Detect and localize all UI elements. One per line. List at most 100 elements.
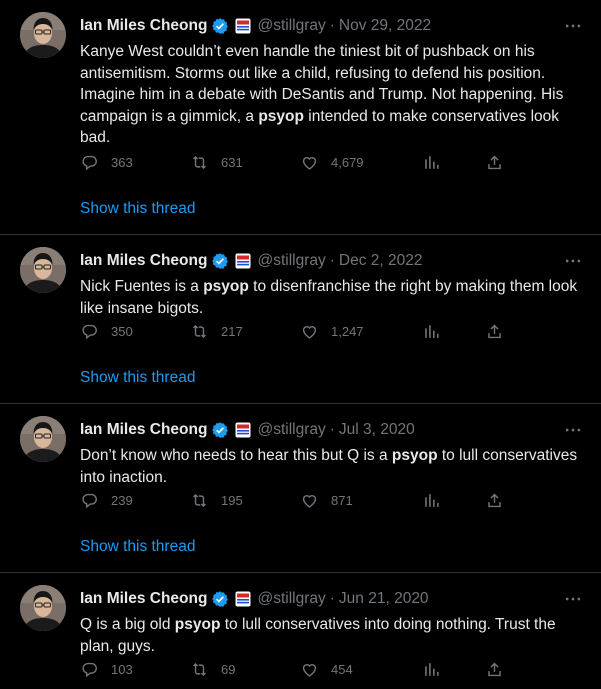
verified-badge-icon	[211, 590, 229, 608]
reply-count: 103	[111, 662, 133, 677]
tweet-text: Kanye West couldn’t even handle the tini…	[80, 41, 585, 149]
retweet-count: 631	[221, 155, 243, 170]
tweet-header: Ian Miles Cheong @stillgray · Nov 29, 20…	[80, 14, 431, 38]
tweet-actions: 350 217 1,247	[80, 322, 510, 342]
tweet[interactable]: Ian Miles Cheong @stillgray · Dec 2, 202…	[0, 235, 601, 404]
like-button[interactable]: 4,679	[300, 153, 364, 172]
avatar[interactable]	[20, 585, 66, 631]
retweet-button[interactable]: 631	[190, 153, 243, 172]
reply-count: 350	[111, 324, 133, 339]
tweet-header: Ian Miles Cheong @stillgray · Jul 3, 202…	[80, 418, 415, 442]
tweet-date[interactable]: Jul 3, 2020	[339, 421, 415, 439]
like-icon	[302, 495, 317, 508]
author-name[interactable]: Ian Miles Cheong	[80, 17, 207, 35]
share-icon	[488, 493, 501, 508]
views-button[interactable]	[422, 153, 441, 172]
tweet-text-part: Q is a big old	[80, 616, 175, 633]
share-icon	[488, 662, 501, 677]
author-handle[interactable]: @stillgray	[257, 421, 325, 439]
retweet-button[interactable]: 195	[190, 491, 243, 510]
tweet-date[interactable]: Jun 21, 2020	[339, 590, 429, 608]
more-options-icon[interactable]	[563, 420, 583, 440]
verified-badge-icon	[211, 17, 229, 35]
reply-icon	[82, 155, 97, 171]
like-button[interactable]: 1,247	[300, 322, 364, 341]
tweet-date[interactable]: Dec 2, 2022	[339, 252, 423, 270]
affiliate-badge-icon	[235, 422, 251, 438]
author-name[interactable]: Ian Miles Cheong	[80, 252, 207, 270]
share-button[interactable]	[485, 660, 504, 679]
tweet-header: Ian Miles Cheong @stillgray · Jun 21, 20…	[80, 587, 429, 611]
tweet-actions: 103 69 454	[80, 660, 510, 680]
reply-button[interactable]: 103	[80, 660, 133, 679]
author-handle[interactable]: @stillgray	[257, 590, 325, 608]
affiliate-badge-icon	[235, 253, 251, 269]
reply-button[interactable]: 239	[80, 491, 133, 510]
author-handle[interactable]: @stillgray	[257, 17, 325, 35]
views-button[interactable]	[422, 491, 441, 510]
views-icon	[425, 325, 439, 338]
reply-icon	[82, 493, 97, 509]
reply-count: 239	[111, 493, 133, 508]
share-button[interactable]	[485, 153, 504, 172]
tweet[interactable]: Ian Miles Cheong @stillgray · Jul 3, 202…	[0, 404, 601, 573]
show-thread-link[interactable]: Show this thread	[80, 369, 195, 387]
tweet-text-part: Nick Fuentes is a	[80, 278, 204, 295]
like-icon	[302, 157, 317, 170]
like-count: 454	[331, 662, 353, 677]
retweet-icon	[193, 662, 206, 677]
separator-dot: ·	[329, 17, 335, 34]
tweet-date[interactable]: Nov 29, 2022	[339, 17, 431, 35]
verified-badge-icon	[211, 421, 229, 439]
avatar[interactable]	[20, 12, 66, 58]
retweet-icon	[193, 493, 206, 508]
tweet-actions: 363 631 4,679	[80, 153, 510, 173]
more-options-icon[interactable]	[563, 16, 583, 36]
reply-button[interactable]: 363	[80, 153, 133, 172]
show-thread-link[interactable]: Show this thread	[80, 538, 195, 556]
share-icon	[488, 324, 501, 339]
more-options-icon[interactable]	[563, 251, 583, 271]
author-handle[interactable]: @stillgray	[257, 252, 325, 270]
share-button[interactable]	[485, 491, 504, 510]
tweet-text: Q is a big old psyop to lull conservativ…	[80, 614, 585, 657]
retweet-button[interactable]: 69	[190, 660, 235, 679]
like-count: 871	[331, 493, 353, 508]
retweet-icon	[193, 155, 206, 170]
author-name[interactable]: Ian Miles Cheong	[80, 421, 207, 439]
views-icon	[425, 156, 439, 169]
tweet-text-highlight: psyop	[391, 447, 438, 464]
tweet[interactable]: Ian Miles Cheong @stillgray · Jun 21, 20…	[0, 573, 601, 689]
like-icon	[302, 664, 317, 677]
share-button[interactable]	[485, 322, 504, 341]
reply-count: 363	[111, 155, 133, 170]
like-button[interactable]: 454	[300, 660, 353, 679]
affiliate-badge-icon	[235, 591, 251, 607]
tweet[interactable]: Ian Miles Cheong @stillgray · Nov 29, 20…	[0, 0, 601, 235]
separator-dot: ·	[329, 590, 335, 607]
retweet-count: 69	[221, 662, 236, 677]
author-name[interactable]: Ian Miles Cheong	[80, 590, 207, 608]
separator-dot: ·	[329, 252, 335, 269]
tweet-header: Ian Miles Cheong @stillgray · Dec 2, 202…	[80, 249, 423, 273]
more-options-icon[interactable]	[563, 589, 583, 609]
reply-icon	[82, 324, 97, 340]
affiliate-badge-icon	[235, 18, 251, 34]
show-thread-link[interactable]: Show this thread	[80, 200, 195, 218]
tweet-text-highlight: psyop	[258, 107, 304, 125]
like-count: 1,247	[331, 324, 364, 339]
avatar[interactable]	[20, 247, 66, 293]
reply-button[interactable]: 350	[80, 322, 133, 341]
views-button[interactable]	[422, 660, 441, 679]
reply-icon	[82, 662, 97, 678]
like-button[interactable]: 871	[300, 491, 353, 510]
tweet-actions: 239 195 871	[80, 491, 510, 511]
tweet-text-part: Don’t know who needs to hear this but Q …	[80, 447, 392, 464]
views-button[interactable]	[422, 322, 441, 341]
like-icon	[302, 326, 317, 339]
retweet-count: 217	[221, 324, 243, 339]
retweet-button[interactable]: 217	[190, 322, 243, 341]
views-icon	[425, 494, 439, 507]
avatar[interactable]	[20, 416, 66, 462]
share-icon	[488, 155, 501, 170]
